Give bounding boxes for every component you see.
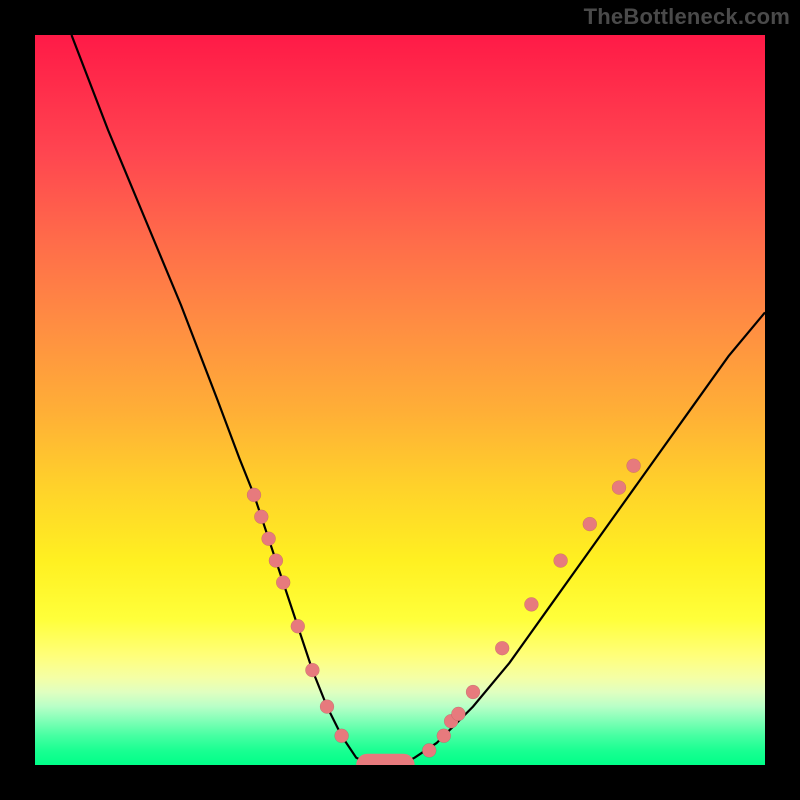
bottleneck-curve	[72, 35, 766, 765]
watermark-text: TheBottleneck.com	[584, 4, 790, 30]
data-point	[524, 597, 538, 611]
data-markers	[247, 459, 641, 758]
data-point	[254, 510, 268, 524]
data-point	[276, 576, 290, 590]
plot-area	[35, 35, 765, 765]
data-point	[335, 729, 349, 743]
data-point	[437, 729, 451, 743]
data-point	[627, 459, 641, 473]
data-point	[247, 488, 261, 502]
data-point	[554, 554, 568, 568]
data-point	[320, 700, 334, 714]
data-point	[466, 685, 480, 699]
chart-overlay	[35, 35, 765, 765]
chart-frame: TheBottleneck.com	[0, 0, 800, 800]
data-point	[422, 743, 436, 757]
data-point	[305, 663, 319, 677]
data-point	[262, 532, 276, 546]
data-point	[612, 481, 626, 495]
data-point	[583, 517, 597, 531]
data-point	[495, 641, 509, 655]
data-point	[269, 554, 283, 568]
plateau-marker	[356, 754, 414, 765]
data-point	[451, 707, 465, 721]
data-point	[291, 619, 305, 633]
